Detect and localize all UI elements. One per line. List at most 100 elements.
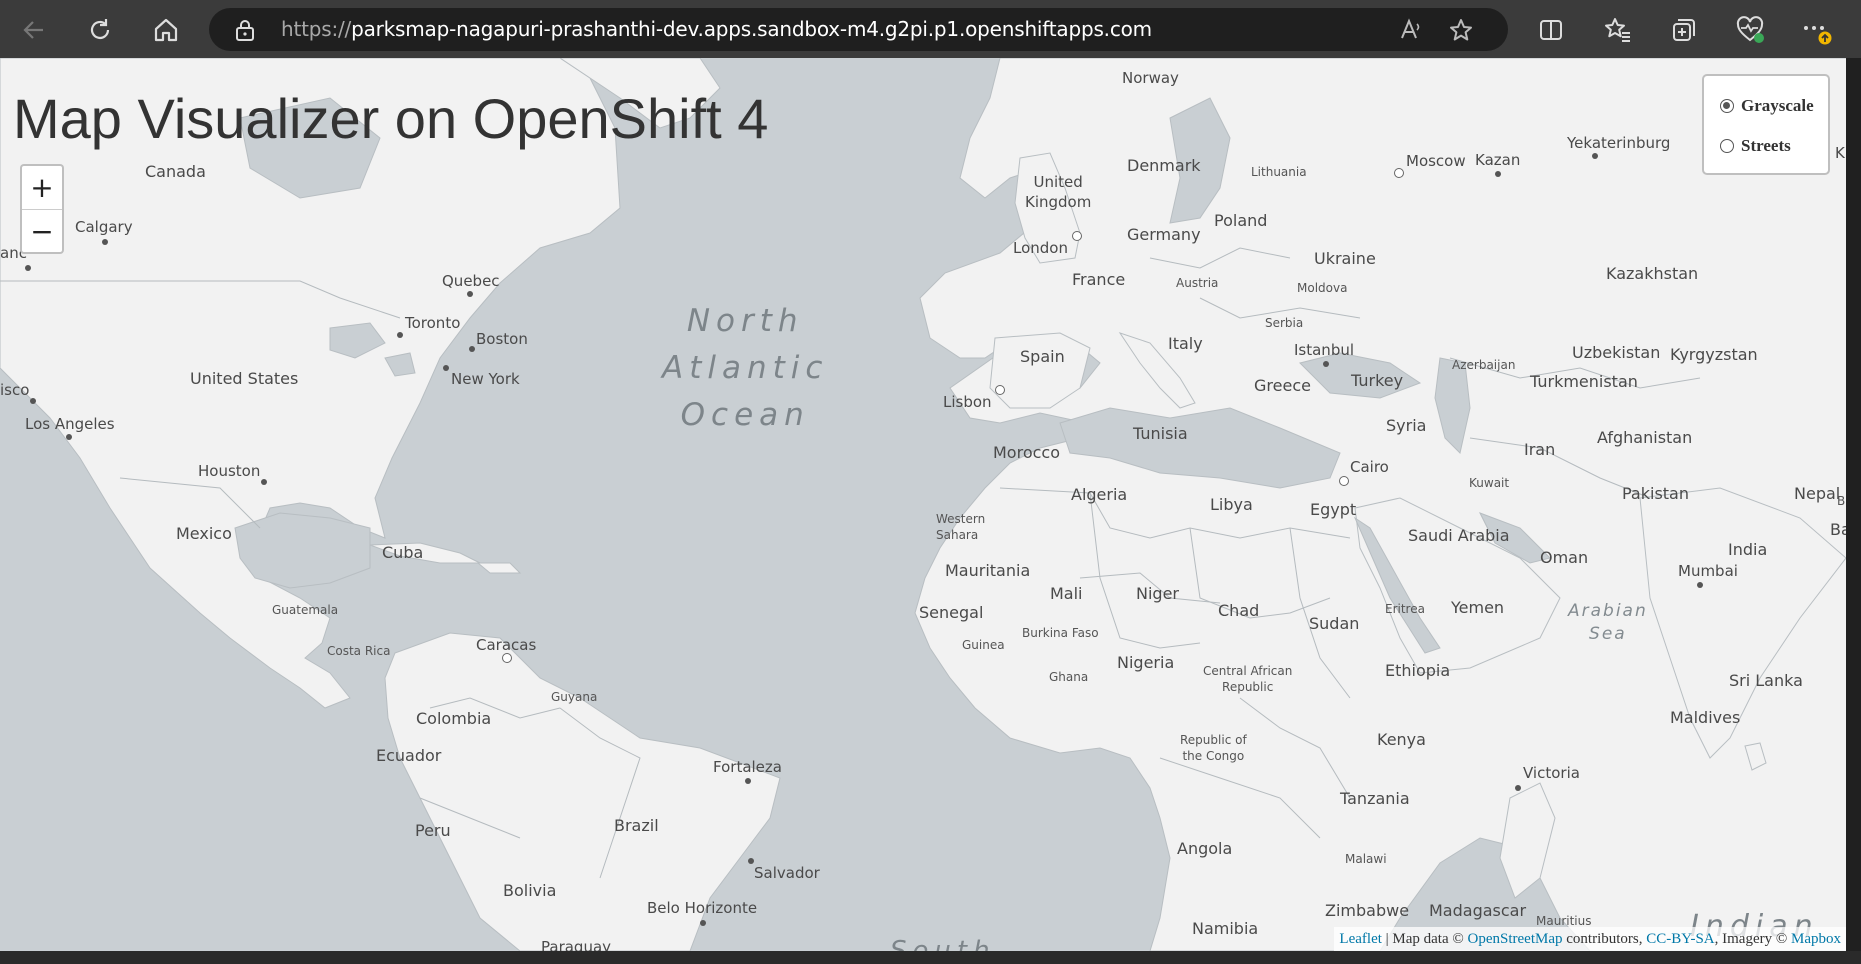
city-marker — [1495, 171, 1501, 177]
home-icon[interactable] — [146, 10, 186, 50]
city-marker — [1072, 231, 1082, 241]
browser-toolbar: https://parksmap-nagapuri-prashanthi-dev… — [0, 0, 1861, 58]
read-aloud-icon[interactable] — [1391, 10, 1431, 50]
map-label: Quebec — [442, 272, 500, 290]
city-marker — [467, 291, 473, 297]
map-label: Zimbabwe — [1325, 901, 1410, 920]
url-scheme: https:// — [281, 17, 352, 41]
address-bar[interactable]: https://parksmap-nagapuri-prashanthi-dev… — [209, 8, 1508, 51]
map-label: Egypt — [1310, 500, 1357, 519]
layer-option-grayscale[interactable]: Grayscale — [1720, 96, 1814, 116]
map-label: Afghanistan — [1597, 428, 1693, 447]
map-label: Tunisia — [1133, 424, 1188, 443]
collections-icon[interactable] — [1664, 10, 1704, 50]
map-label: Niger — [1136, 584, 1179, 603]
refresh-icon[interactable] — [80, 10, 120, 50]
license-link[interactable]: CC-BY-SA — [1646, 931, 1714, 947]
map-label: Peru — [415, 821, 451, 840]
map-label: India — [1728, 540, 1768, 559]
map-label: Moscow — [1406, 152, 1466, 170]
layer-label-grayscale: Grayscale — [1741, 96, 1814, 115]
map-label: Oman — [1540, 548, 1589, 567]
attribution-text: , Imagery © — [1714, 931, 1791, 947]
map-label: Austria — [1176, 276, 1219, 290]
lock-icon[interactable] — [235, 19, 255, 46]
map-label: Algeria — [1071, 485, 1128, 504]
city-marker — [748, 858, 754, 864]
city-marker — [1394, 168, 1404, 178]
zoom-out-button[interactable]: − — [22, 210, 62, 253]
map-label: Turkey — [1351, 371, 1404, 390]
map-label: France — [1072, 270, 1126, 289]
map-label: Iran — [1524, 440, 1556, 459]
map-label: Morocco — [993, 443, 1060, 462]
url-text[interactable]: https://parksmap-nagapuri-prashanthi-dev… — [281, 8, 1152, 51]
map-label: Lisbon — [943, 393, 992, 411]
map-label: Paraguay — [541, 938, 612, 951]
map-label: Kenya — [1377, 730, 1426, 749]
city-marker — [1697, 582, 1703, 588]
map-tiles[interactable] — [0, 58, 1846, 951]
osm-link[interactable]: OpenStreetMap — [1468, 931, 1563, 947]
map-label: Toronto — [405, 314, 461, 332]
split-screen-icon[interactable] — [1531, 10, 1571, 50]
map-label: Poland — [1214, 211, 1268, 230]
map-viewport[interactable]: North Atlantic Ocean Arabian Sea Indian … — [0, 58, 1846, 951]
map-label: Victoria — [1523, 764, 1580, 782]
map-label: Chad — [1218, 601, 1260, 620]
map-label: Caracas — [476, 636, 537, 654]
map-label: Kazakhstan — [1606, 264, 1699, 283]
mapbox-link[interactable]: Mapbox — [1791, 931, 1841, 947]
map-label: Serbia — [1265, 316, 1304, 330]
city-marker — [25, 265, 31, 271]
map-label: Pakistan — [1622, 484, 1689, 503]
streets-radio[interactable] — [1720, 139, 1734, 153]
city-marker — [1592, 153, 1598, 159]
grayscale-radio[interactable] — [1720, 99, 1734, 113]
attribution-text: | Map data © — [1381, 931, 1468, 947]
more-menu-icon[interactable] — [1796, 10, 1836, 50]
city-marker — [700, 920, 706, 926]
map-label: Brazil — [614, 816, 659, 835]
favorites-icon[interactable] — [1598, 10, 1638, 50]
browser-essentials-icon[interactable] — [1730, 10, 1770, 50]
attribution-text: contributors, — [1562, 931, 1647, 947]
map-label: Canada — [145, 162, 206, 181]
map-label: Bolivia — [503, 881, 557, 900]
map-label: United Kingdom — [1025, 173, 1092, 211]
city-marker — [261, 479, 267, 485]
zoom-in-button[interactable]: + — [22, 166, 62, 210]
map-label: Bhu — [1837, 494, 1846, 508]
map-label: Calgary — [75, 218, 133, 236]
back-icon[interactable] — [14, 10, 54, 50]
map-label: Norway — [1122, 69, 1179, 87]
city-marker — [1515, 785, 1521, 791]
map-label: Belo Horizonte — [647, 899, 758, 917]
favorite-star-icon[interactable] — [1441, 10, 1481, 50]
map-label: Mexico — [176, 524, 232, 543]
map-label: Kazan — [1475, 151, 1521, 169]
map-label: Mauritius — [1536, 914, 1592, 928]
map-label: New York — [451, 370, 520, 388]
layer-option-streets[interactable]: Streets — [1720, 136, 1791, 156]
map-label: Ukraine — [1314, 249, 1376, 268]
map-label: Cairo — [1350, 458, 1389, 476]
ocean-label: South — [890, 936, 996, 951]
city-marker — [102, 239, 108, 245]
map-label: United States — [190, 369, 299, 388]
city-marker — [745, 778, 751, 784]
leaflet-link[interactable]: Leaflet — [1339, 931, 1381, 947]
map-label: Sudan — [1309, 614, 1360, 633]
map-label: Malawi — [1345, 852, 1387, 866]
city-marker — [66, 434, 72, 440]
map-label: Salvador — [754, 864, 820, 882]
map-label: Guatemala — [272, 603, 339, 617]
map-label: isco — [0, 381, 30, 399]
map-label: Yekaterinburg — [1567, 134, 1671, 152]
map-label: Ghana — [1049, 670, 1089, 684]
map-label: Angola — [1177, 839, 1233, 858]
map-label: Spain — [1020, 347, 1065, 366]
map-label: Houston — [198, 462, 261, 480]
city-marker — [30, 398, 36, 404]
map-label: London — [1013, 239, 1068, 257]
